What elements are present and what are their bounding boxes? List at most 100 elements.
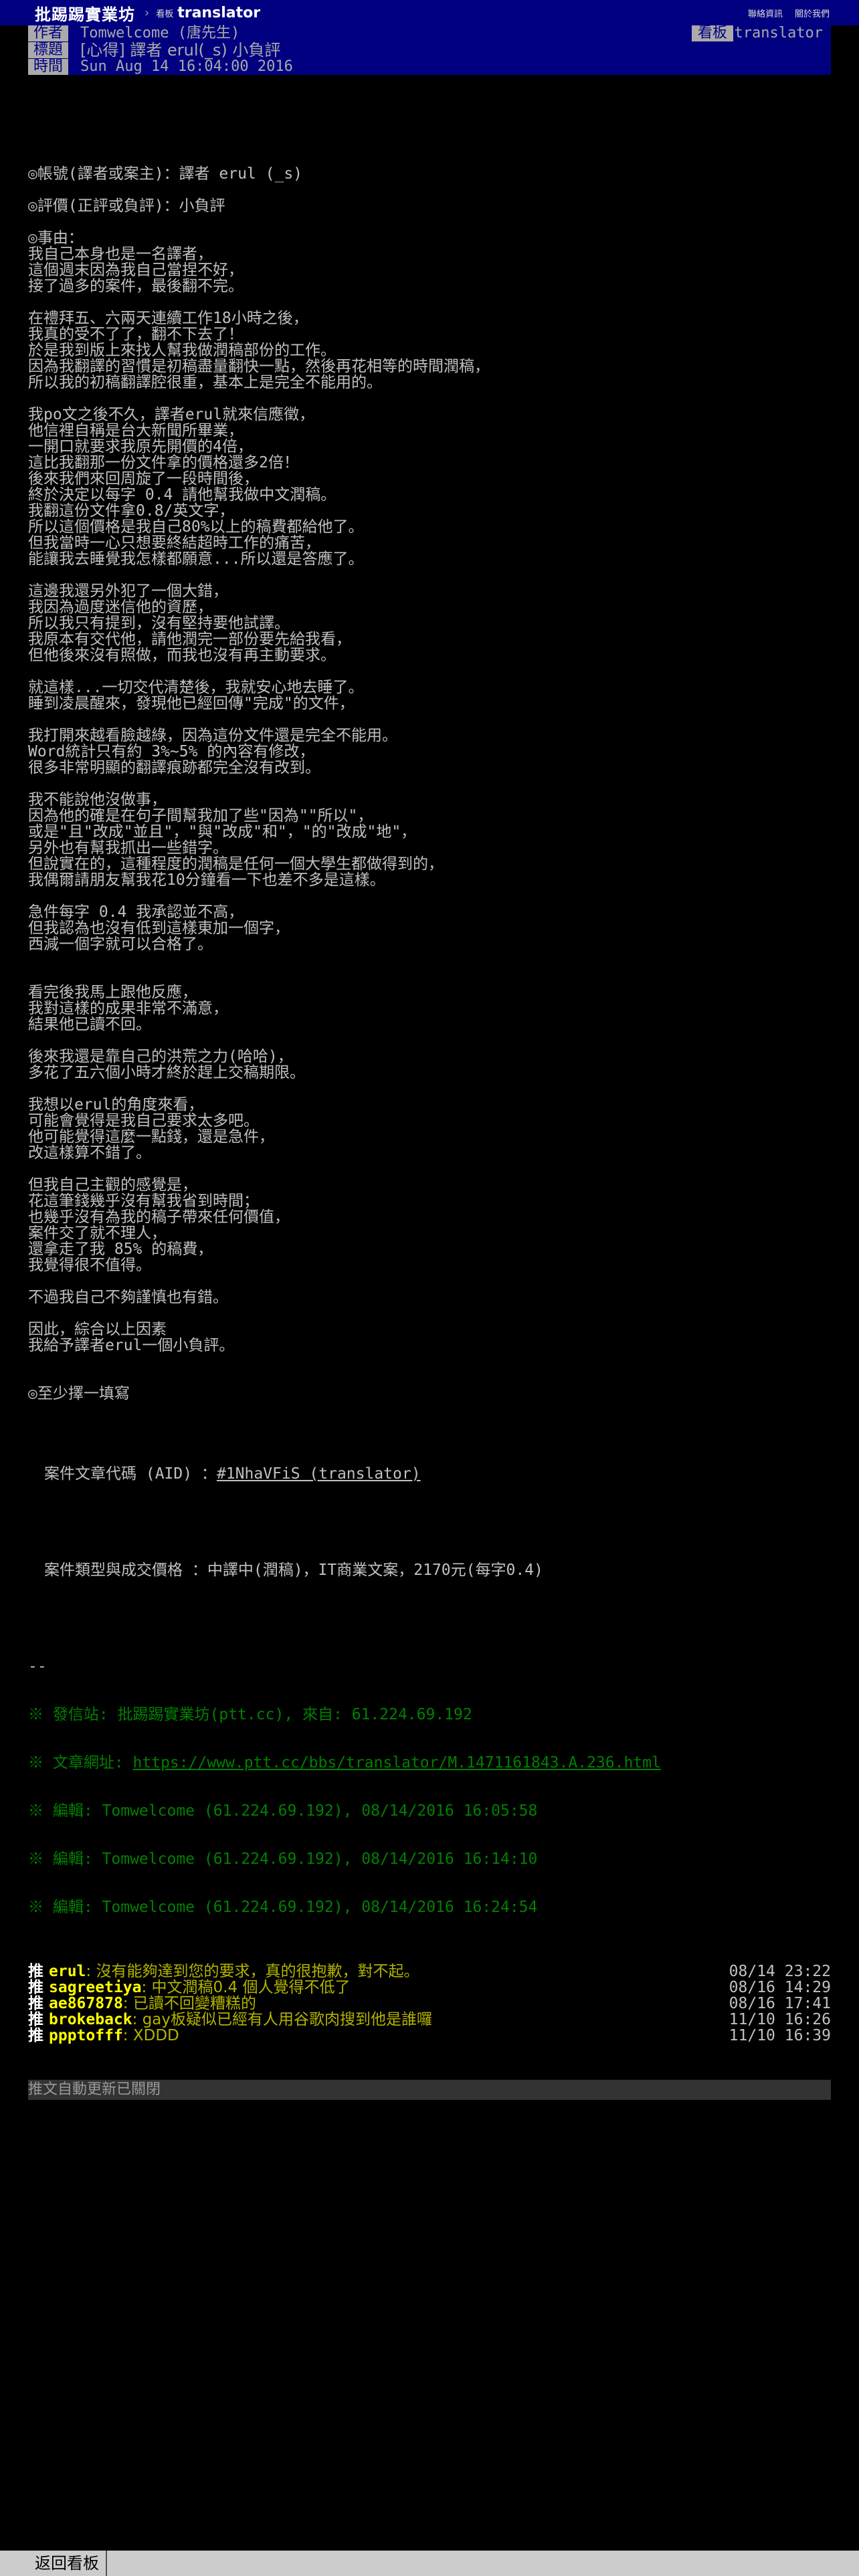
body-line: 終於決定以每字 0.4 請他幫我做中文潤稿。 <box>28 486 337 504</box>
body-line: 但說實在的，這種程度的潤稿是任何一個大學生都做得到的， <box>28 855 444 873</box>
board-link[interactable]: translator <box>177 5 260 21</box>
body-line: ◎評價(正評或負評)：小負評 <box>28 197 225 215</box>
push-autoupdate-status: 推文自動更新已關閉 <box>28 2080 831 2100</box>
body-line: 很多非常明顯的翻譯痕跡都完全沒有改到。 <box>28 759 320 776</box>
push-userid: ppptofff <box>49 2027 123 2044</box>
body-line: 我偶爾請朋友幫我花10分鐘看一下也差不多是這樣。 <box>28 871 385 889</box>
body-line: 於是我到版上來找人幫我做潤稿部份的工作。 <box>28 342 336 359</box>
push-content: : 中文潤稿0.4 個人覺得不低了 <box>141 1979 351 1996</box>
body-line: 我真的受不了了，翻不下去了！ <box>28 326 244 343</box>
article-url-link[interactable]: https://www.ptt.cc/bbs/translator/M.1471… <box>133 1754 661 1772</box>
author-value: Tomwelcome (唐先生) <box>80 25 240 41</box>
body-line <box>28 712 831 728</box>
bottom-bar: 返回看板 <box>0 2551 859 2576</box>
body-line: 他可能覺得這麼一點錢，還是急件， <box>28 1128 274 1146</box>
body-line: Word統計只有約 3%~5% 的內容有修改， <box>28 743 315 760</box>
body-line <box>28 391 831 407</box>
push-item: 推 ae867878: 已讀不回變糟糕的 08/16 17:41 <box>28 1996 831 2012</box>
edit-line: ※ 編輯: Tomwelcome (61.224.69.192), 08/14/… <box>28 1899 538 1916</box>
push-tag: 推 <box>28 1963 50 1980</box>
body-line <box>28 1402 831 1418</box>
body-line <box>28 776 831 792</box>
push-tag: 推 <box>28 2027 50 2044</box>
push-time: 08/16 17:41 <box>729 1995 831 2012</box>
body-line <box>28 1081 831 1097</box>
body-line: 接了過多的案件，最後翻不完。 <box>28 278 244 295</box>
push-item: 推 ppptofff: XDDD 11/10 16:39 <box>28 2028 831 2044</box>
site-logo-link[interactable]: 批踢踢實業坊 <box>35 1 135 25</box>
back-to-board-button[interactable]: 返回看板 <box>28 2551 107 2576</box>
body-line: 我翻這份文件拿0.8/英文字， <box>28 502 235 520</box>
body-line: 因此，綜合以上因素 <box>28 1321 167 1338</box>
board-tag: 看板 <box>692 25 733 41</box>
body-line: 另外也有幫我抓出一些錯字。 <box>28 839 228 857</box>
aid-label: 案件文章代碼 (AID) ： <box>44 1465 217 1483</box>
push-time: 08/16 14:29 <box>729 1979 831 1996</box>
body-line: 改這樣算不錯了。 <box>28 1144 151 1162</box>
body-line: 我覺得很不值得。 <box>28 1257 151 1274</box>
push-content: : XDDD <box>122 2027 179 2044</box>
body-line <box>28 952 831 968</box>
breadcrumb-separator: › <box>145 5 150 20</box>
aid-link[interactable]: #1NhaVFiS (translator) <box>217 1465 421 1483</box>
push-userid: erul <box>49 1963 86 1980</box>
body-line: 這邊我還另外犯了一個大錯， <box>28 582 228 600</box>
push-time: 08/14 23:22 <box>729 1963 831 1980</box>
body-line <box>28 1305 831 1321</box>
body-line: ◎事由： <box>28 229 84 247</box>
push-tag: 推 <box>28 1995 50 2012</box>
body-line: 結果他已讀不回。 <box>28 1016 151 1033</box>
body-line: 也幾乎沒有為我的稿子帶來任何價值， <box>28 1208 290 1226</box>
body-line: ◎至少擇一填寫 <box>28 1385 130 1402</box>
body-line: 還拿走了我 85% 的稿費， <box>28 1241 213 1258</box>
contact-link[interactable]: 聯絡資訊 <box>748 7 783 19</box>
body-line <box>28 182 831 198</box>
meta-row-time: 時間 Sun Aug 14 16:04:00 2016 <box>28 59 831 75</box>
about-link[interactable]: 關於我們 <box>795 7 830 19</box>
article-title: [心得] 譯者 erul(_s) 小負評 <box>80 41 281 60</box>
article-metadata: 作者 Tomwelcome (唐先生) 看板 translator 標題 [心得… <box>28 25 831 75</box>
body-line: 但我自己主觀的感覺是， <box>28 1176 197 1194</box>
body-line: 所以我的初稿翻譯腔很重，基本上是完全不能用的。 <box>28 374 382 391</box>
body-line <box>28 1273 831 1289</box>
body-line: 能讓我去睡覺我怎樣都願意...所以還是答應了。 <box>28 550 364 568</box>
body-line: 因為我翻譯的習慣是初稿盡量翻快一點，然後再花相等的時間潤稿， <box>28 358 490 375</box>
body-line: 不過我自己不夠謹慎也有錯。 <box>28 1289 228 1306</box>
body-line: 案件交了就不理人， <box>28 1224 167 1242</box>
body-line: 就這樣...一切交代清楚後，我就安心地去睡了。 <box>28 679 364 696</box>
body-line: 我因為過度迷信他的資歷， <box>28 599 213 616</box>
body-line: 但我當時一心只想要終結超時工作的痛苦， <box>28 534 320 552</box>
meta-row-title: 標題 [心得] 譯者 erul(_s) 小負評 <box>28 42 831 58</box>
body-line <box>28 663 831 679</box>
body-line: ◎帳號(譯者或案主)：譯者 erul (_s) <box>28 165 303 183</box>
post-time: Sun Aug 14 16:04:00 2016 <box>80 58 293 75</box>
url-line: ※ 文章網址: https://www.ptt.cc/bbs/translato… <box>28 1755 831 1771</box>
author-tag: 作者 <box>28 25 68 41</box>
time-tag: 時間 <box>28 59 68 75</box>
push-content: : gay板疑似已經有人用谷歌肉搜到他是誰囉 <box>132 2011 433 2028</box>
body-line: 或是"且"改成"並且"，"與"改成"和"，"的"改成"地"， <box>28 823 417 841</box>
body-line: 我想以erul的角度來看， <box>28 1096 204 1113</box>
body-line <box>28 888 831 904</box>
origin-line: ※ 發信站: 批踢踢實業坊(ptt.cc), 來自: 61.224.69.192 <box>28 1706 472 1723</box>
signature-separator: -- <box>28 1658 47 1675</box>
body-line: 他信裡自稱是台大新聞所畢業， <box>28 422 244 439</box>
body-line: 一開口就要求我原先開價的4倍， <box>28 438 253 455</box>
push-content: : 已讀不回變糟糕的 <box>122 1995 256 2012</box>
meta-row-author: 作者 Tomwelcome (唐先生) 看板 translator <box>28 25 831 41</box>
push-content: : 沒有能夠達到您的要求，真的很抱歉，對不起。 <box>86 1963 419 1980</box>
body-line: 這個週末因為我自己當捏不好， <box>28 261 244 279</box>
body-line <box>28 1161 831 1177</box>
body-line: 睡到凌晨醒來，發現他已經回傳"完成"的文件， <box>28 695 355 712</box>
body-line <box>28 294 831 310</box>
body-line: 我不能說他沒做事， <box>28 791 167 809</box>
edit-line: ※ 編輯: Tomwelcome (61.224.69.192), 08/14/… <box>28 1802 538 1820</box>
body-line: 我po文之後不久，譯者erul就來信應徵， <box>28 406 315 423</box>
body-line: 後來我還是靠自己的洪荒之力(哈哈)， <box>28 1048 293 1065</box>
body-line: 這比我翻那一份文件拿的價格還多2倍！ <box>28 454 299 471</box>
top-right-links: 聯絡資訊 關於我們 <box>748 7 830 19</box>
body-line: 我自己本身也是一名譯者， <box>28 245 213 263</box>
board-label-small: 看板 <box>156 9 174 19</box>
